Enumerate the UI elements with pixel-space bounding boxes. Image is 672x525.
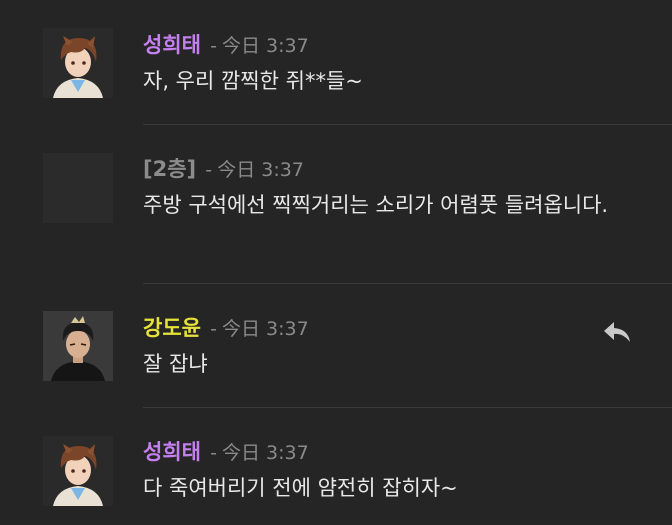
brown-haired-character-avatar-icon bbox=[43, 28, 113, 98]
divider bbox=[143, 407, 672, 408]
message-header: 강도윤 - 今日 3:37 bbox=[143, 313, 309, 343]
timestamp: 今日 3:37 bbox=[217, 159, 304, 181]
message-header: 성희태 - 今日 3:37 bbox=[143, 30, 309, 60]
avatar[interactable] bbox=[43, 153, 113, 223]
timestamp: 今日 3:37 bbox=[222, 318, 309, 340]
message-text: 주방 구석에선 찍찍거리는 소리가 어렴풋 들려옵니다. bbox=[143, 193, 609, 217]
message-header: [2층] - 今日 3:37 bbox=[143, 154, 304, 184]
divider bbox=[143, 124, 672, 125]
message-text: 잘 잡냐 bbox=[143, 352, 208, 376]
reply-button[interactable] bbox=[600, 318, 634, 346]
avatar[interactable] bbox=[43, 28, 113, 98]
timestamp: 今日 3:37 bbox=[222, 35, 309, 57]
avatar[interactable] bbox=[43, 436, 113, 506]
separator: - bbox=[205, 159, 213, 181]
message-header: 성희태 - 今日 3:37 bbox=[143, 437, 309, 467]
brown-haired-character-avatar-icon bbox=[43, 436, 113, 506]
separator: - bbox=[210, 318, 217, 340]
author-name[interactable]: 강도윤 bbox=[143, 316, 201, 340]
reply-icon bbox=[604, 322, 630, 342]
dark-haired-character-avatar-icon bbox=[43, 311, 113, 381]
divider bbox=[143, 283, 672, 284]
author-name[interactable]: 성희태 bbox=[143, 33, 201, 57]
chat-log: 성희태 - 今日 3:37 자, 우리 깜찍한 쥐**들~ [2층] - 今日 … bbox=[0, 0, 672, 525]
author-name[interactable]: 성희태 bbox=[143, 440, 201, 464]
author-name[interactable]: [2층] bbox=[143, 157, 196, 181]
separator: - bbox=[210, 442, 217, 464]
separator: - bbox=[210, 35, 217, 57]
timestamp: 今日 3:37 bbox=[222, 442, 309, 464]
blank-dark-avatar-icon bbox=[43, 153, 113, 223]
message-text: 다 죽여버리기 전에 얌전히 잡히자~ bbox=[143, 476, 458, 500]
message-text: 자, 우리 깜찍한 쥐**들~ bbox=[143, 69, 363, 93]
avatar[interactable] bbox=[43, 311, 113, 381]
